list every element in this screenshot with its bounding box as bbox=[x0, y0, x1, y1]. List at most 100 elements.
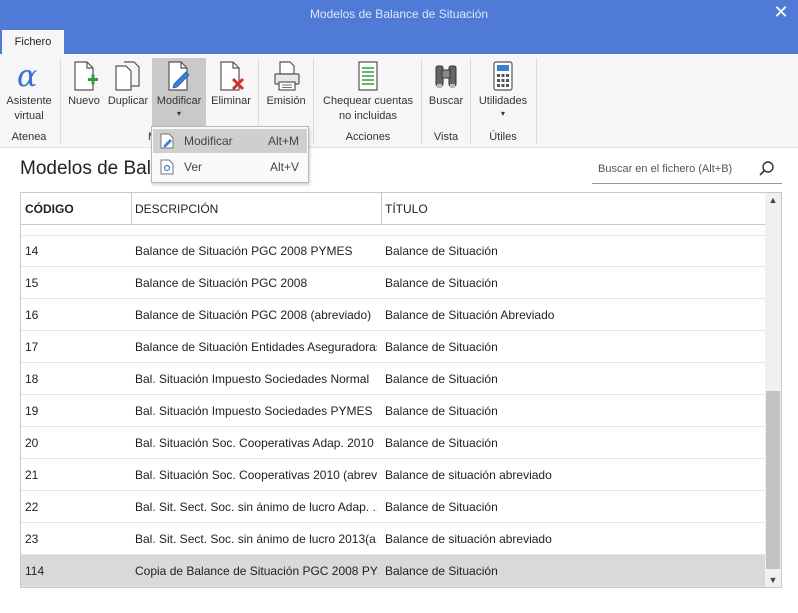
cell-codigo: 23 bbox=[25, 532, 39, 546]
checklist-document-icon bbox=[358, 61, 378, 91]
cell-descripcion: Balance de Situación PGC 2008 (abreviado… bbox=[135, 308, 372, 322]
tab-fichero[interactable]: Fichero bbox=[2, 30, 64, 54]
scrollbar-thumb[interactable] bbox=[766, 391, 780, 569]
cell-titulo: Balance de Situación bbox=[385, 564, 498, 578]
utilidades-button[interactable]: Utilidades ▾ bbox=[474, 58, 532, 119]
eliminar-label: Eliminar bbox=[211, 95, 251, 107]
cell-codigo: 19 bbox=[25, 404, 39, 418]
ribbon: α Asistente virtual Atenea Nuevo Duplica… bbox=[0, 54, 798, 148]
group-label-acciones: Acciones bbox=[345, 131, 391, 143]
table-row[interactable]: 20 Bal. Situación Soc. Cooperativas Adap… bbox=[21, 427, 765, 459]
table-row[interactable]: 17 Balance de Situación Entidades Asegur… bbox=[21, 331, 765, 363]
table-row-selected[interactable]: 114 Copia de Balance de Situación PGC 20… bbox=[21, 555, 765, 587]
table-row[interactable]: 19 Bal. Situación Impuesto Sociedades PY… bbox=[21, 395, 765, 427]
menu-item-shortcut: Alt+V bbox=[269, 160, 299, 174]
cell-codigo: 18 bbox=[25, 372, 39, 386]
group-label-utiles: Útiles bbox=[489, 131, 517, 143]
cell-descripcion: Copia de Balance de Situación PGC 2008 P… bbox=[135, 564, 377, 578]
search-field[interactable]: Buscar en el fichero (Alt+B) bbox=[592, 154, 782, 184]
vertical-scrollbar[interactable]: ▲ ▼ bbox=[765, 193, 781, 587]
ribbon-separator bbox=[470, 58, 471, 144]
scroll-down-icon[interactable]: ▼ bbox=[765, 573, 781, 587]
cell-descripcion: Balance de Situación PGC 2008 bbox=[135, 276, 308, 290]
ribbon-tab-bar: Fichero bbox=[0, 30, 798, 54]
menu-item-modificar[interactable]: Modificar Alt+M bbox=[153, 129, 307, 153]
menu-item-shortcut: Alt+M bbox=[267, 134, 299, 148]
table-row[interactable]: 15 Balance de Situación PGC 2008 Balance… bbox=[21, 267, 765, 299]
cell-codigo: 20 bbox=[25, 436, 39, 450]
cell-titulo: Balance de Situación bbox=[385, 436, 498, 450]
calculator-icon bbox=[493, 61, 513, 91]
column-header-codigo[interactable]: CÓDIGO bbox=[21, 193, 131, 225]
chevron-down-icon: ▾ bbox=[500, 109, 505, 118]
cell-codigo: 16 bbox=[25, 308, 39, 322]
duplicate-icon bbox=[115, 61, 140, 91]
close-icon[interactable]: ✕ bbox=[772, 2, 790, 22]
print-icon bbox=[274, 61, 300, 91]
chevron-down-icon: ▾ bbox=[176, 109, 181, 118]
chequear-label: Chequear cuentas no incluidas bbox=[323, 95, 413, 122]
delete-document-icon bbox=[220, 61, 245, 91]
chequear-cuentas-button[interactable]: Chequear cuentas no incluidas bbox=[318, 58, 418, 124]
cell-titulo: Balance de situación abreviado bbox=[385, 532, 552, 546]
table-row[interactable]: 21 Bal. Situación Soc. Cooperativas 2010… bbox=[21, 459, 765, 491]
edit-document-icon bbox=[168, 61, 190, 91]
eliminar-button[interactable]: Eliminar bbox=[208, 58, 254, 109]
table-row[interactable]: 22 Bal. Sit. Sect. Soc. sin ánimo de luc… bbox=[21, 491, 765, 523]
cell-titulo: Balance de Situación bbox=[385, 244, 498, 258]
cell-titulo: Balance de Situación bbox=[385, 500, 498, 514]
cell-titulo: Balance de situación abreviado bbox=[385, 468, 552, 482]
cell-descripcion: Bal. Sit. Sect. Soc. sin ánimo de lucro … bbox=[135, 500, 377, 514]
column-header-descripcion[interactable]: DESCRIPCIÓN bbox=[131, 193, 381, 225]
modificar-button[interactable]: Modificar ▾ bbox=[152, 58, 206, 126]
binoculars-icon bbox=[435, 65, 457, 88]
models-table: CÓDIGO DESCRIPCIÓN TÍTULO 14 Balance de … bbox=[20, 192, 782, 588]
edit-doc-icon bbox=[160, 133, 174, 149]
window-title: Modelos de Balance de Situación bbox=[309, 7, 489, 21]
utilidades-label: Utilidades bbox=[478, 95, 528, 107]
duplicar-button[interactable]: Duplicar bbox=[105, 58, 151, 109]
table-row[interactable]: 16 Balance de Situación PGC 2008 (abrevi… bbox=[21, 299, 765, 331]
asistente-label: Asistente virtual bbox=[6, 95, 52, 122]
menu-item-ver[interactable]: Ver Alt+V bbox=[153, 155, 307, 179]
group-label-vista: Vista bbox=[433, 131, 459, 143]
cell-titulo: Balance de Situación Abreviado bbox=[385, 308, 555, 322]
table-row[interactable]: 14 Balance de Situación PGC 2008 PYMES B… bbox=[21, 235, 765, 267]
search-icon[interactable] bbox=[758, 160, 776, 178]
cell-codigo: 15 bbox=[25, 276, 39, 290]
table-row[interactable]: 18 Bal. Situación Impuesto Sociedades No… bbox=[21, 363, 765, 395]
cell-codigo: 22 bbox=[25, 500, 39, 514]
column-header-titulo[interactable]: TÍTULO bbox=[381, 193, 765, 225]
buscar-button[interactable]: Buscar bbox=[425, 58, 467, 109]
ribbon-separator bbox=[536, 58, 537, 144]
table-row[interactable]: 23 Bal. Sit. Sect. Soc. sin ánimo de luc… bbox=[21, 523, 765, 555]
cell-descripcion: Bal. Situación Impuesto Sociedades Norma… bbox=[135, 372, 370, 386]
asistente-virtual-button[interactable]: α Asistente virtual bbox=[2, 58, 56, 124]
title-bar: Modelos de Balance de Situación ✕ bbox=[0, 0, 798, 30]
cell-titulo: Balance de Situación bbox=[385, 340, 498, 354]
atenea-alpha-icon: α bbox=[17, 59, 37, 94]
modificar-dropdown-menu: Modificar Alt+M Ver Alt+V bbox=[151, 126, 309, 183]
cell-descripcion: Bal. Situación Soc. Cooperativas Adap. 2… bbox=[135, 436, 374, 450]
nuevo-label: Nuevo bbox=[68, 95, 100, 107]
svg-text:α: α bbox=[17, 59, 37, 94]
cell-descripcion: Balance de Situación PGC 2008 PYMES bbox=[135, 244, 353, 258]
menu-item-label: Ver bbox=[184, 160, 203, 174]
duplicar-label: Duplicar bbox=[107, 95, 149, 107]
ribbon-separator bbox=[60, 58, 61, 144]
nuevo-button[interactable]: Nuevo bbox=[64, 58, 104, 109]
emision-button[interactable]: Emisión bbox=[262, 58, 310, 109]
cell-codigo: 17 bbox=[25, 340, 39, 354]
menu-item-label: Modificar bbox=[184, 134, 233, 148]
emision-label: Emisión bbox=[266, 95, 306, 107]
ribbon-separator bbox=[313, 58, 314, 144]
ribbon-separator bbox=[421, 58, 422, 144]
buscar-label: Buscar bbox=[428, 95, 464, 107]
cell-descripcion: Bal. Sit. Sect. Soc. sin ánimo de lucro … bbox=[135, 532, 377, 546]
cell-descripcion: Bal. Situación Soc. Cooperativas 2010 (a… bbox=[135, 468, 377, 482]
modificar-label: Modificar bbox=[156, 95, 202, 107]
scroll-up-icon[interactable]: ▲ bbox=[765, 193, 781, 207]
cell-codigo: 14 bbox=[25, 244, 39, 258]
table-header: CÓDIGO DESCRIPCIÓN TÍTULO bbox=[21, 193, 765, 225]
cell-titulo: Balance de Situación bbox=[385, 372, 498, 386]
